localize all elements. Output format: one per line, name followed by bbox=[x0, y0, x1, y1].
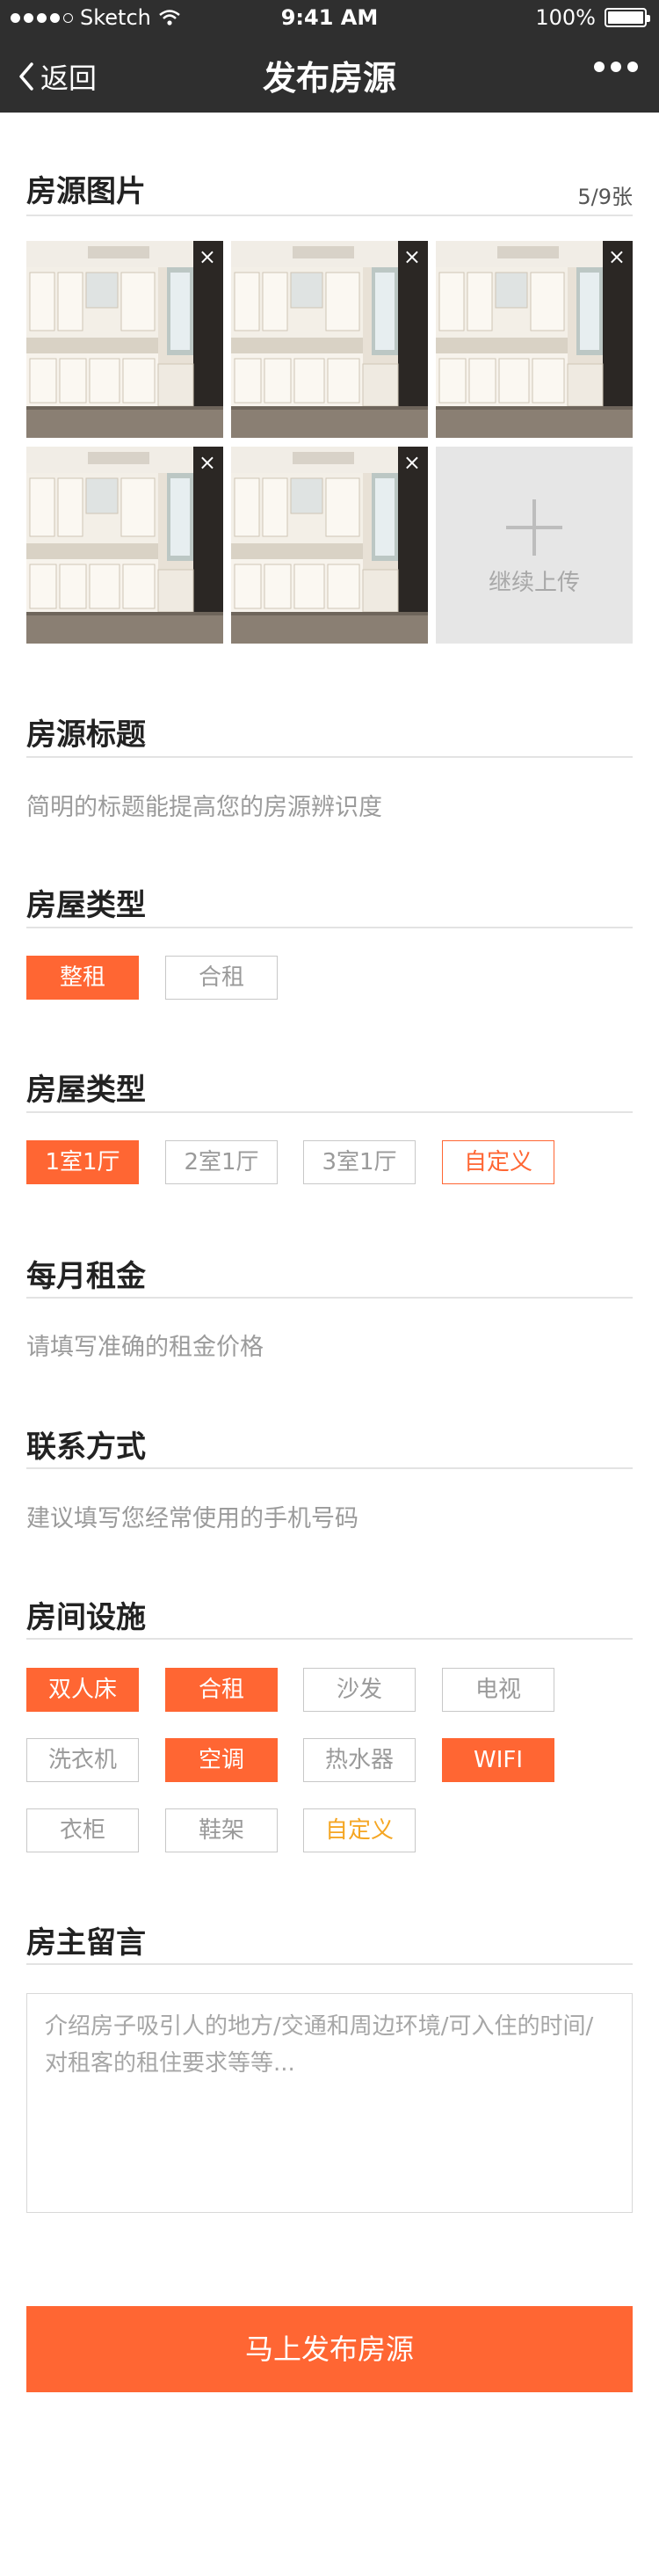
layout-type-section-title: 房屋类型 bbox=[26, 1073, 146, 1108]
add-photo-button[interactable]: 继续上传 bbox=[436, 447, 633, 644]
page-title: 发布房源 bbox=[262, 59, 396, 98]
contact-section-title: 联系方式 bbox=[26, 1430, 146, 1465]
top-bar: Sketch 9:41 AM 100% 返回 发布房源 bbox=[0, 0, 659, 113]
more-icon[interactable] bbox=[594, 62, 638, 72]
landlord-note-textarea[interactable]: 介绍房子吸引人的地方/交通和周边环境/可入住的时间/对租客的租住要求等等... bbox=[26, 1993, 633, 2213]
monthly-rent-section-title: 每月租金 bbox=[26, 1259, 146, 1294]
kitchen-photo bbox=[26, 241, 223, 438]
divider bbox=[26, 1963, 633, 1965]
divider bbox=[26, 1638, 633, 1640]
kitchen-photo bbox=[26, 447, 223, 644]
photo-thumbnail[interactable]: × bbox=[26, 241, 223, 438]
facility-sofa[interactable]: 沙发 bbox=[303, 1668, 416, 1712]
kitchen-photo bbox=[231, 447, 428, 644]
divider bbox=[26, 756, 633, 758]
add-photo-label: 继续上传 bbox=[488, 570, 580, 596]
status-bar: Sketch 9:41 AM 100% bbox=[0, 0, 659, 35]
layout-option-2[interactable]: 2室1厅 bbox=[165, 1140, 278, 1184]
photo-thumbnail[interactable]: × bbox=[231, 447, 428, 644]
layout-option-1[interactable]: 1室1厅 bbox=[26, 1140, 139, 1184]
listing-title-input[interactable]: 简明的标题能提高您的房源辨识度 bbox=[26, 788, 382, 822]
remove-photo-icon[interactable]: × bbox=[403, 244, 421, 269]
photo-thumbnail[interactable]: × bbox=[231, 241, 428, 438]
battery-icon bbox=[605, 8, 650, 27]
facility-double-bed[interactable]: 双人床 bbox=[26, 1668, 139, 1712]
photos-section-title: 房源图片 bbox=[26, 174, 146, 209]
photo-thumbnail[interactable]: × bbox=[436, 241, 633, 438]
listing-title-section-title: 房源标题 bbox=[26, 717, 146, 753]
divider bbox=[26, 215, 633, 216]
remove-photo-icon[interactable]: × bbox=[403, 450, 421, 475]
remove-photo-icon[interactable]: × bbox=[199, 244, 216, 269]
facility-water-heater[interactable]: 热水器 bbox=[303, 1738, 416, 1782]
divider bbox=[26, 1297, 633, 1299]
submit-button[interactable]: 马上发布房源 bbox=[26, 2306, 633, 2392]
facility-custom[interactable]: 自定义 bbox=[303, 1808, 416, 1852]
photo-count: 5/9张 bbox=[577, 185, 633, 209]
layout-option-custom[interactable]: 自定义 bbox=[442, 1140, 554, 1184]
contact-input[interactable]: 建议填写您经常使用的手机号码 bbox=[26, 1499, 358, 1533]
divider bbox=[26, 1467, 633, 1469]
divider bbox=[26, 1111, 633, 1113]
rent-type-option-shared[interactable]: 合租 bbox=[165, 956, 278, 1000]
monthly-rent-input[interactable]: 请填写准确的租金价格 bbox=[26, 1328, 264, 1362]
facility-wardrobe[interactable]: 衣柜 bbox=[26, 1808, 139, 1852]
battery-percent: 100% bbox=[535, 5, 596, 30]
facility-wifi[interactable]: WIFI bbox=[442, 1738, 554, 1782]
kitchen-photo bbox=[436, 241, 633, 438]
facility-tv[interactable]: 电视 bbox=[442, 1668, 554, 1712]
facility-ac[interactable]: 空调 bbox=[165, 1738, 278, 1782]
layout-option-3[interactable]: 3室1厅 bbox=[303, 1140, 416, 1184]
nav-bar: 返回 发布房源 bbox=[0, 35, 659, 113]
remove-photo-icon[interactable]: × bbox=[608, 244, 626, 269]
divider bbox=[26, 927, 633, 928]
remove-photo-icon[interactable]: × bbox=[199, 450, 216, 475]
facility-shared[interactable]: 合租 bbox=[165, 1668, 278, 1712]
facility-washer[interactable]: 洗衣机 bbox=[26, 1738, 139, 1782]
facilities-section-title: 房间设施 bbox=[26, 1600, 146, 1635]
rent-type-section-title: 房屋类型 bbox=[26, 888, 146, 923]
landlord-note-section-title: 房主留言 bbox=[26, 1925, 146, 1961]
photo-thumbnail[interactable]: × bbox=[26, 447, 223, 644]
kitchen-photo bbox=[231, 241, 428, 438]
facility-shoe-rack[interactable]: 鞋架 bbox=[165, 1808, 278, 1852]
rent-type-option-whole[interactable]: 整租 bbox=[26, 956, 139, 1000]
